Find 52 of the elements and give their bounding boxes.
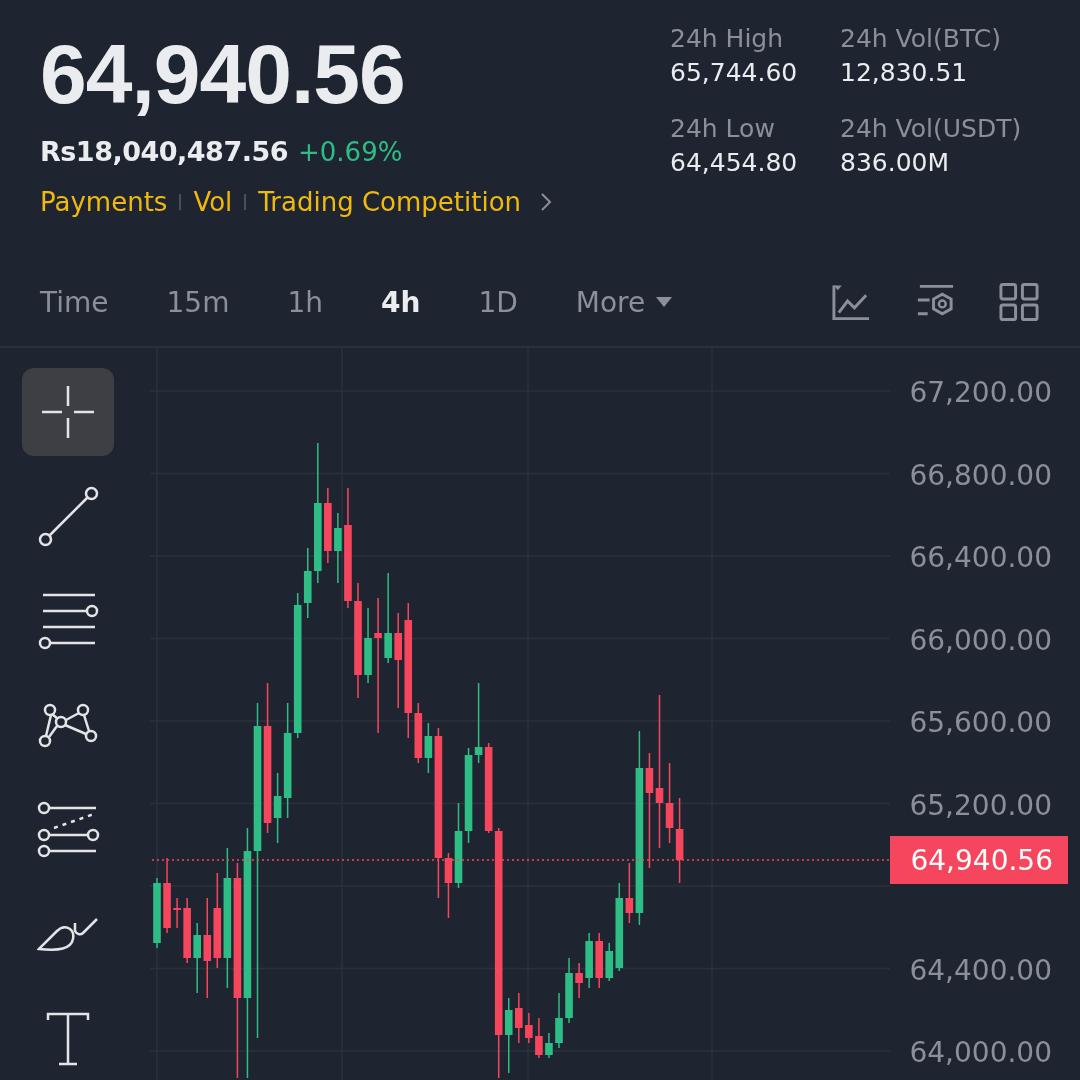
last-price: 64,940.56 — [40, 26, 406, 122]
price-axis-label: 65,200.00 — [909, 788, 1052, 822]
candle — [334, 512, 342, 584]
candle — [183, 897, 191, 964]
candle — [585, 932, 593, 989]
candle — [525, 1012, 533, 1044]
text-tool-icon[interactable] — [46, 1011, 90, 1066]
pattern-icon[interactable] — [38, 702, 98, 748]
stat-label: 24h High — [670, 23, 785, 55]
interval-tab[interactable]: Time — [40, 277, 109, 327]
crosshair-icon[interactable] — [40, 384, 96, 441]
promo-link[interactable]: Vol — [193, 187, 233, 217]
stat-value: 64,454.80 — [670, 147, 799, 179]
price-axis-label: 67,200.00 — [909, 376, 1052, 409]
stat-value: 836.00M — [840, 147, 951, 179]
price-axis-label: 65,600.00 — [909, 706, 1052, 739]
candle — [515, 992, 523, 1044]
price-axis-label: 66,800.00 — [909, 458, 1052, 492]
candle — [535, 1017, 543, 1059]
candle — [555, 992, 563, 1049]
stat-label: 24h Vol(BTC) — [840, 23, 1002, 55]
candle — [565, 957, 573, 1024]
price-axis-label: 64,000.00 — [909, 1036, 1052, 1069]
horizontal-lines-icon[interactable] — [37, 592, 99, 650]
parallel-channel-icon[interactable] — [36, 801, 100, 859]
brush-icon[interactable] — [37, 916, 99, 952]
stat-value: 12,830.51 — [840, 57, 969, 89]
candle — [595, 932, 603, 989]
stat-value: 65,744.60 — [670, 57, 799, 89]
price-axis-label: 66,000.00 — [909, 623, 1052, 657]
price-axis-label: 64,400.00 — [909, 953, 1052, 987]
interval-tab[interactable]: 4h — [381, 277, 421, 327]
chevron-right-icon[interactable] — [539, 191, 554, 213]
price-axis-label: 66,400.00 — [909, 541, 1052, 574]
candle — [193, 922, 201, 994]
candle — [173, 897, 181, 929]
last-price-tag: 64,940.56 — [890, 836, 1068, 884]
candle — [545, 1032, 553, 1059]
stat-label: 24h Vol(USDT) — [840, 113, 1023, 145]
trend-line-icon[interactable] — [37, 486, 99, 548]
local-currency-price: Rs18,040,487.56 — [40, 136, 288, 167]
stat-label: 24h Low — [670, 113, 776, 145]
interval-tab[interactable]: More — [575, 277, 674, 327]
interval-tab[interactable]: 1D — [478, 277, 518, 327]
promo-link[interactable]: Trading Competition — [258, 187, 522, 217]
price-change: +0.69% — [298, 137, 403, 167]
interval-tab[interactable]: 1h — [287, 277, 323, 327]
candle — [153, 877, 161, 949]
interval-tab[interactable]: 15m — [166, 277, 230, 327]
grid-icon[interactable] — [998, 281, 1040, 323]
candle — [575, 962, 583, 999]
promo-link[interactable]: Payments — [40, 187, 168, 217]
